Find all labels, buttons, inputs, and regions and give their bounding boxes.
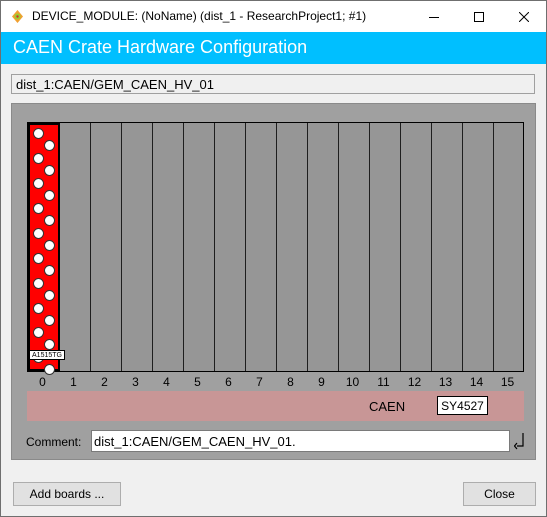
comment-label: Comment:	[26, 435, 82, 449]
crate-info-bar: CAEN SY4527	[27, 391, 524, 421]
channel-led	[44, 240, 55, 251]
channel-led	[44, 265, 55, 276]
slot-number-0: 0	[39, 375, 46, 389]
slot-divider	[183, 123, 184, 371]
slot-number-8: 8	[287, 375, 294, 389]
device-module-window: DEVICE_MODULE: (NoName) (dist_1 - Resear…	[0, 0, 547, 517]
title-bar: DEVICE_MODULE: (NoName) (dist_1 - Resear…	[1, 1, 546, 32]
crate-frame: A1515TG	[27, 122, 524, 375]
app-icon	[12, 10, 23, 23]
channel-led	[33, 327, 44, 338]
slot-divider	[338, 123, 339, 371]
channel-led	[33, 153, 44, 164]
channel-led	[33, 228, 44, 239]
maximize-icon	[473, 11, 484, 22]
banner-title: CAEN Crate Hardware Configuration	[13, 37, 308, 57]
slot-divider	[431, 123, 432, 371]
slot-number-4: 4	[163, 375, 170, 389]
channel-led	[33, 178, 44, 189]
slot-divider	[462, 123, 463, 371]
comment-input[interactable]	[91, 430, 510, 452]
window-title: DEVICE_MODULE: (NoName) (dist_1 - Resear…	[32, 9, 367, 23]
crate-panel: A1515TG 0 1 2 3 4 5 6 7 8 9 10 11 12 13 14 15 CAEN SY45…	[11, 103, 536, 460]
slot-number-14: 14	[469, 375, 484, 389]
close-icon	[518, 11, 529, 22]
slot-divider	[90, 123, 91, 371]
slot-divider	[400, 123, 401, 371]
channel-led	[44, 290, 55, 301]
channel-led	[33, 253, 44, 264]
channel-led	[44, 364, 55, 375]
slot-number-5: 5	[194, 375, 201, 389]
slot-number-10: 10	[345, 375, 360, 389]
add-boards-button[interactable]: Add boards ...	[13, 482, 121, 506]
slot-number-13: 13	[438, 375, 453, 389]
channel-led	[44, 215, 55, 226]
slot-divider	[152, 123, 153, 371]
manufacturer-label: CAEN	[369, 399, 406, 414]
channel-led	[44, 339, 55, 350]
slot-divider	[493, 123, 494, 371]
close-button[interactable]: Close	[463, 482, 536, 506]
header-banner: CAEN Crate Hardware Configuration	[1, 32, 546, 64]
slot-number-11: 11	[377, 375, 390, 389]
channel-led	[44, 140, 55, 151]
crate-model-box: SY4527	[437, 396, 488, 415]
minimize-button[interactable]	[411, 1, 456, 32]
slot-number-3: 3	[132, 375, 139, 389]
maximize-button[interactable]	[456, 1, 501, 32]
device-path-field: dist_1:CAEN/GEM_CAEN_HV_01	[11, 74, 535, 94]
slot-number-12: 12	[407, 375, 422, 389]
slot-divider	[245, 123, 246, 371]
slot-divider	[214, 123, 215, 371]
channel-led	[44, 190, 55, 201]
minimize-icon	[428, 16, 439, 18]
slot-number-1: 1	[70, 375, 77, 389]
slot-divider	[276, 123, 277, 371]
slot-number-15: 15	[500, 375, 515, 389]
slot-divider	[369, 123, 370, 371]
slot-number-2: 2	[101, 375, 108, 389]
board-slot-0[interactable]	[28, 123, 60, 375]
slot-number-9: 9	[318, 375, 325, 389]
return-arrow-icon[interactable]	[514, 432, 526, 450]
channel-led	[44, 315, 55, 326]
channel-led	[33, 303, 44, 314]
channel-led	[33, 203, 44, 214]
slot-number-6: 6	[225, 375, 232, 389]
slot-divider	[307, 123, 308, 371]
channel-led	[33, 278, 44, 289]
channel-led	[44, 165, 55, 176]
slot-number-7: 7	[256, 375, 263, 389]
close-window-button[interactable]	[501, 1, 546, 32]
channel-led	[33, 128, 44, 139]
board-model-label: A1515TG	[29, 350, 65, 360]
slot-divider	[121, 123, 122, 371]
